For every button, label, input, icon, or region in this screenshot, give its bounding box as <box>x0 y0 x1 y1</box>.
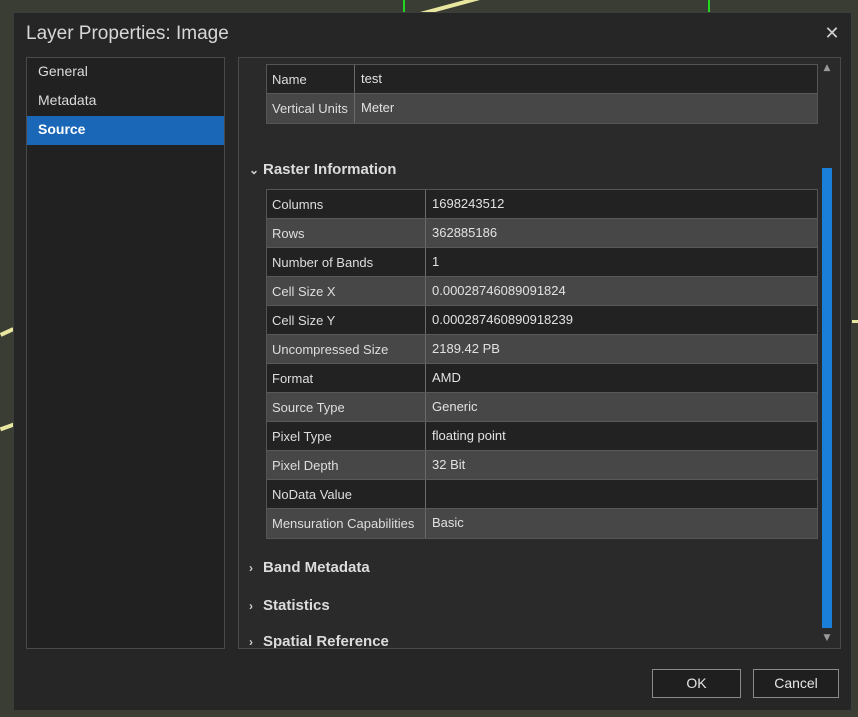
table-row: NoData Value <box>267 480 817 509</box>
scroll-up-icon[interactable]: ▲ <box>820 63 834 73</box>
table-key: Cell Size Y <box>267 306 426 334</box>
chevron-right-icon: › <box>249 561 253 575</box>
chevron-right-icon: › <box>249 635 253 649</box>
section-label: Statistics <box>263 597 330 614</box>
raster-information-header[interactable]: ⌄ Raster Information <box>249 161 396 178</box>
table-value: Generic <box>432 399 478 414</box>
table-key: Uncompressed Size <box>267 335 426 363</box>
table-row: Cell Size X 0.00028746089091824 <box>267 277 817 306</box>
sidebar-item-source[interactable]: Source <box>27 116 224 145</box>
close-icon[interactable]: ✕ <box>822 23 842 44</box>
table-value: 0.00028746089091824 <box>432 283 566 298</box>
table-row: Format AMD <box>267 364 817 393</box>
general-info-table: Name test Vertical Units Meter <box>266 64 818 124</box>
map-feature-green-line <box>708 0 710 12</box>
dialog-title: Layer Properties: Image <box>26 23 229 44</box>
statistics-header[interactable]: › Statistics <box>249 597 330 614</box>
table-key: Vertical Units <box>267 94 355 123</box>
table-key: Name <box>267 65 355 93</box>
table-value: test <box>361 71 382 86</box>
scroll-down-icon[interactable]: ▼ <box>820 633 834 643</box>
table-key: NoData Value <box>267 480 426 508</box>
table-value: 0.000287460890918239 <box>432 312 573 327</box>
layer-properties-dialog: Layer Properties: Image ✕ General Metada… <box>13 12 852 711</box>
table-row: Mensuration Capabilities Basic <box>267 509 817 538</box>
spatial-reference-header[interactable]: › Spatial Reference <box>249 633 389 649</box>
table-row: Vertical Units Meter <box>267 94 817 123</box>
table-row: Name test <box>267 65 817 94</box>
scrollbar-thumb[interactable] <box>822 168 832 628</box>
section-label: Band Metadata <box>263 559 370 576</box>
chevron-down-icon: ⌄ <box>249 163 260 177</box>
table-row: Pixel Type floating point <box>267 422 817 451</box>
table-key: Pixel Depth <box>267 451 426 479</box>
source-panel: Name test Vertical Units Meter ⌄ Raster I… <box>238 57 841 649</box>
table-value: Basic <box>432 515 464 530</box>
table-row: Pixel Depth 32 Bit <box>267 451 817 480</box>
table-key: Mensuration Capabilities <box>267 509 426 538</box>
table-key: Format <box>267 364 426 392</box>
sidebar-item-metadata[interactable]: Metadata <box>27 87 224 116</box>
table-key: Cell Size X <box>267 277 426 305</box>
map-feature-line <box>852 320 858 323</box>
section-label: Raster Information <box>263 161 397 178</box>
ok-button[interactable]: OK <box>652 669 741 698</box>
table-value: 2189.42 PB <box>432 341 500 356</box>
chevron-right-icon: › <box>249 599 253 613</box>
table-row: Uncompressed Size 2189.42 PB <box>267 335 817 364</box>
cancel-button[interactable]: Cancel <box>753 669 839 698</box>
raster-information-table: Columns 1698243512 Rows 362885186 Number of … <box>266 189 818 539</box>
table-value: 32 Bit <box>432 457 466 472</box>
table-value: 1 <box>432 254 440 269</box>
sidebar: General Metadata Source <box>26 57 225 649</box>
table-row: Columns 1698243512 <box>267 190 817 219</box>
table-key: Pixel Type <box>267 422 426 450</box>
table-row: Number of Bands 1 <box>267 248 817 277</box>
table-value: 362885186 <box>432 225 498 240</box>
table-key: Columns <box>267 190 426 218</box>
table-value: Meter <box>361 100 395 115</box>
sidebar-item-general[interactable]: General <box>27 58 224 87</box>
table-value: floating point <box>432 428 506 443</box>
table-value <box>426 480 817 508</box>
table-key: Number of Bands <box>267 248 426 276</box>
map-feature-green-line <box>403 0 405 12</box>
table-value: 1698243512 <box>432 196 505 211</box>
table-row: Cell Size Y 0.000287460890918239 <box>267 306 817 335</box>
table-key: Source Type <box>267 393 426 421</box>
table-value: AMD <box>432 370 461 385</box>
band-metadata-header[interactable]: › Band Metadata <box>249 559 370 576</box>
table-row: Rows 362885186 <box>267 219 817 248</box>
section-label: Spatial Reference <box>263 633 389 649</box>
table-row: Source Type Generic <box>267 393 817 422</box>
table-key: Rows <box>267 219 426 247</box>
